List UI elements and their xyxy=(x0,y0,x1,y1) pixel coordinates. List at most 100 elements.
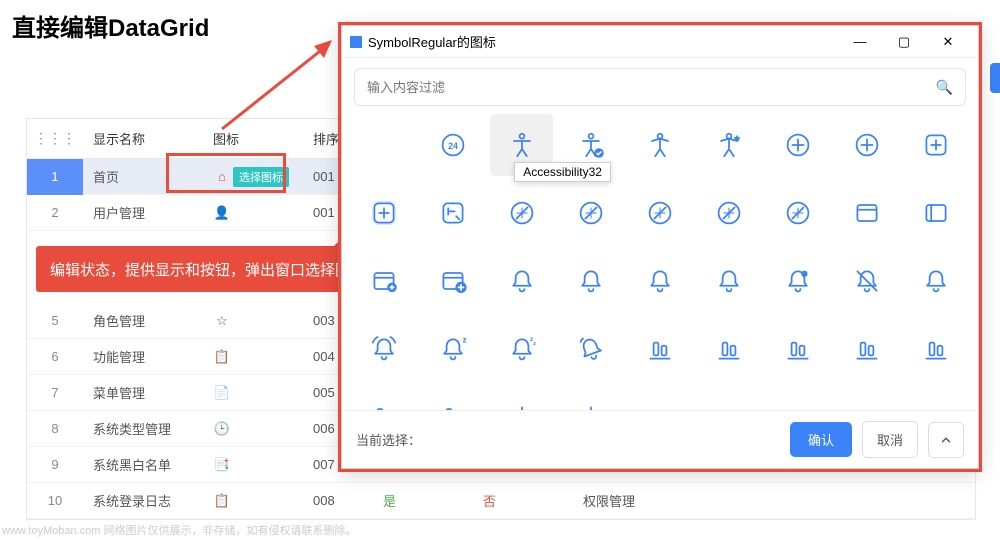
bell-dot-icon-option[interactable] xyxy=(767,250,830,312)
window-plus-fill-icon-option[interactable] xyxy=(421,250,484,312)
circle-slash-icon-option[interactable] xyxy=(698,182,761,244)
align-m-icon-option[interactable] xyxy=(559,386,622,410)
circle-slash-icon-option[interactable] xyxy=(490,182,553,244)
cell-name: 首页 xyxy=(83,167,203,186)
cell-icon: 📋 xyxy=(203,349,303,365)
bell-icon-option[interactable] xyxy=(905,250,968,312)
close-button[interactable]: ✕ xyxy=(926,27,970,57)
align-v-icon-option[interactable] xyxy=(421,386,484,410)
cell-name: 菜单管理 xyxy=(83,383,203,402)
row-index: 7 xyxy=(27,385,83,400)
cell-yesno: 是 xyxy=(373,491,473,510)
drag-handle-icon[interactable]: ⋮⋮⋮ xyxy=(34,130,76,147)
bell-icon-option[interactable] xyxy=(490,250,553,312)
dialog-footer: 当前选择： 确认 取消 xyxy=(342,410,978,468)
row-icon: 👤 xyxy=(213,205,231,221)
align-bottom-icon-option[interactable] xyxy=(698,318,761,380)
maximize-button[interactable]: ▢ xyxy=(882,27,926,57)
cell-sort: 008 xyxy=(303,493,373,508)
cell-name: 系统登录日志 xyxy=(83,491,203,510)
align-bottom-icon-option[interactable] xyxy=(905,318,968,380)
window-plus-icon-option[interactable] xyxy=(352,250,415,312)
row-icon: 📋 xyxy=(213,349,231,365)
icon-tooltip: Accessibility32 xyxy=(514,162,611,182)
cell-icon: 📄 xyxy=(203,385,303,401)
svg-text:z: z xyxy=(533,341,536,347)
empty-icon-option[interactable] xyxy=(352,114,415,176)
cell-icon: 📑 xyxy=(203,457,303,473)
a11y-icon-option[interactable]: Accessibility32 xyxy=(490,114,553,176)
cell-name: 系统类型管理 xyxy=(83,419,203,438)
row-icon: 📋 xyxy=(213,493,231,509)
cell-name: 功能管理 xyxy=(83,347,203,366)
circle-plus-icon-option[interactable] xyxy=(836,114,899,176)
table-row[interactable]: 10 系统登录日志 📋 008 是 否 权限管理 xyxy=(27,483,975,519)
cell-icon: 🕒 xyxy=(203,421,303,437)
search-icon: 🔍 xyxy=(936,79,953,96)
bell-icon-option[interactable] xyxy=(559,250,622,312)
scroll-up-button[interactable] xyxy=(928,422,964,458)
icon-picker-dialog: SymbolRegular的图标 — ▢ ✕ 🔍 24Accessibility… xyxy=(341,25,979,469)
align-bottom-icon-option[interactable] xyxy=(767,318,830,380)
cell-name: 用户管理 xyxy=(83,203,203,222)
blue-edge-hint xyxy=(990,63,1000,93)
row-icon: 📑 xyxy=(213,457,231,473)
c24-icon-option[interactable]: 24 xyxy=(421,114,484,176)
row-index: 6 xyxy=(27,349,83,364)
bell-icon-option[interactable] xyxy=(698,250,761,312)
align-bottom-icon-option[interactable] xyxy=(628,318,691,380)
minimize-button[interactable]: — xyxy=(838,27,882,57)
bell-off-icon-option[interactable] xyxy=(836,250,899,312)
row-index: 10 xyxy=(27,493,83,508)
search-box[interactable]: 🔍 xyxy=(354,68,966,106)
row-icon: 🕒 xyxy=(213,421,231,437)
cell-name: 角色管理 xyxy=(83,311,203,330)
circle-slash-icon-option[interactable] xyxy=(628,182,691,244)
app-badge-icon xyxy=(350,36,362,48)
dialog-title: SymbolRegular的图标 xyxy=(368,32,838,51)
header-icon[interactable]: 图标 xyxy=(203,129,303,148)
cell-icon: 👤 xyxy=(203,205,303,221)
a11y-up-icon-option[interactable] xyxy=(628,114,691,176)
cell-yesno: 否 xyxy=(473,491,573,510)
circle-plus-icon-option[interactable] xyxy=(767,114,830,176)
square-plus-icon-option[interactable] xyxy=(905,114,968,176)
row-index: 5 xyxy=(27,313,83,328)
circle-slash-icon-option[interactable] xyxy=(559,182,622,244)
bell-tilt-icon-option[interactable] xyxy=(559,318,622,380)
watermark: www.toyMoban.com 网络图片仅供展示，非存储，如有侵权请联系删除。 xyxy=(2,522,356,538)
align-v-icon-option[interactable] xyxy=(352,386,415,410)
header-name[interactable]: 显示名称 xyxy=(83,129,203,148)
cell-icon: ☆ xyxy=(203,313,303,329)
square-plus-corner-icon-option[interactable] xyxy=(421,182,484,244)
cell-text: 权限管理 xyxy=(573,491,703,510)
square-plus-fill-icon-option[interactable] xyxy=(352,182,415,244)
align-bottom-icon-option[interactable] xyxy=(836,318,899,380)
cell-name: 系统黑白名单 xyxy=(83,455,203,474)
search-input[interactable] xyxy=(367,80,936,95)
dialog-titlebar[interactable]: SymbolRegular的图标 — ▢ ✕ xyxy=(342,26,978,58)
current-selection-label: 当前选择： xyxy=(356,430,790,449)
cancel-button[interactable]: 取消 xyxy=(862,421,918,458)
cell-icon: ⌂选择图标 xyxy=(203,167,303,187)
bell-z-icon-option[interactable]: z xyxy=(421,318,484,380)
row-index: 9 xyxy=(27,457,83,472)
chevron-up-icon xyxy=(939,433,953,447)
home-icon: ⌂ xyxy=(213,169,231,184)
bell-icon-option[interactable] xyxy=(628,250,691,312)
bell-ring-icon-option[interactable] xyxy=(352,318,415,380)
bell-zz-icon-option[interactable]: zz xyxy=(490,318,553,380)
row-index: 2 xyxy=(27,205,83,220)
pick-icon-button[interactable]: 选择图标 xyxy=(233,167,289,187)
circle-slash-icon-option[interactable] xyxy=(767,182,830,244)
ok-button[interactable]: 确认 xyxy=(790,422,852,457)
svg-text:z: z xyxy=(462,336,466,345)
row-index: 8 xyxy=(27,421,83,436)
row-icon: 📄 xyxy=(213,385,231,401)
window-h-icon-option[interactable] xyxy=(905,182,968,244)
window-icon-option[interactable] xyxy=(836,182,899,244)
a11y-star-icon-option[interactable] xyxy=(698,114,761,176)
icon-grid: 24Accessibility32zzz xyxy=(342,114,978,410)
row-icon: ☆ xyxy=(213,313,231,329)
align-m-icon-option[interactable] xyxy=(490,386,553,410)
